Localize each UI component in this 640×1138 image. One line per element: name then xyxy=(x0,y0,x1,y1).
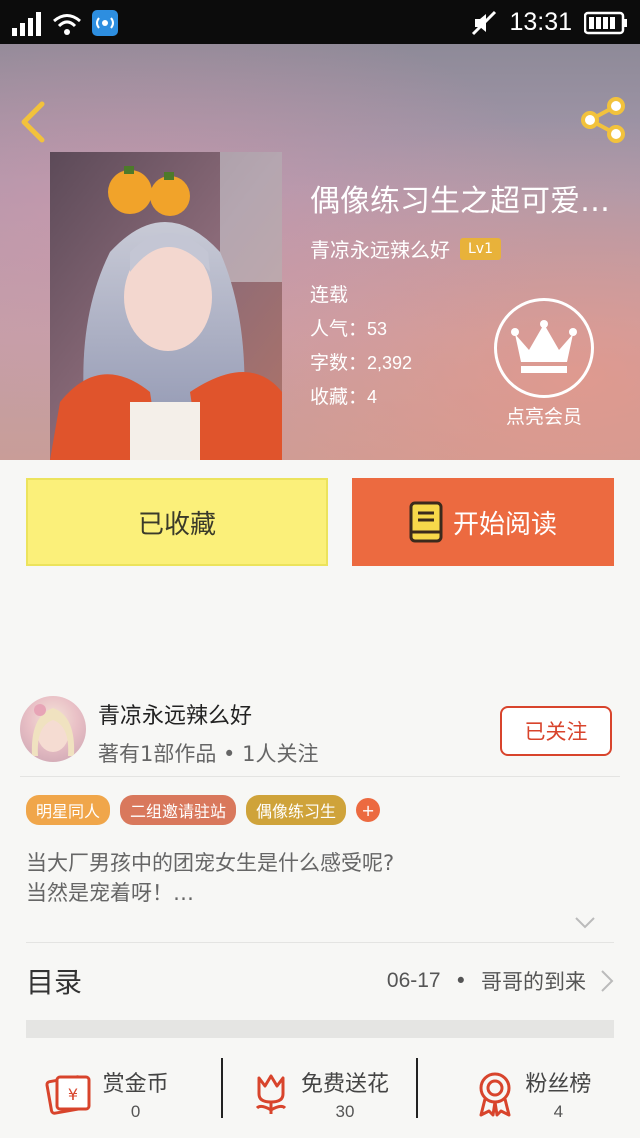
word-count-value: 2,392 xyxy=(367,353,413,373)
wifi-hotspot-icon xyxy=(92,10,118,36)
follow-label: 已关注 xyxy=(524,720,588,744)
favorites-label: 收藏： xyxy=(310,386,368,408)
book-description: 当大厂男孩中的团宠女生是什么感受呢? 当然是宠着呀！… xyxy=(26,848,394,908)
book-header: 偶像练习生之超可爱… 青凉永远辣么好 Lv1 连载 人气：53 字数：2,392… xyxy=(0,44,640,460)
reward-coins-button[interactable]: ¥ 赏金币 0 xyxy=(0,1050,213,1138)
table-of-contents-row[interactable]: 目录 06-17 • 哥哥的到来 xyxy=(26,950,614,1012)
word-count-label: 字数： xyxy=(310,352,368,374)
separator-dot: • xyxy=(454,969,467,993)
description-line: 当然是宠着呀！… xyxy=(26,881,194,905)
bottom-action-bar: ¥ 赏金币 0 免费送花 30 粉丝榜 4 xyxy=(0,1050,640,1138)
avatar-image xyxy=(31,704,75,756)
latest-chapter: 06-17 • 哥哥的到来 xyxy=(387,966,614,996)
tag-item[interactable]: 明星同人 xyxy=(26,795,111,825)
battery-icon xyxy=(584,11,627,34)
author-name[interactable]: 青凉永远辣么好 xyxy=(310,234,450,263)
popularity-row: 人气：53 xyxy=(310,312,412,346)
clock: 13:31 xyxy=(509,8,572,36)
red-envelope-icon: ¥ xyxy=(45,1075,91,1115)
divider xyxy=(20,776,620,777)
send-flowers-label: 免费送花 xyxy=(300,1072,389,1097)
fan-ranking-count: 4 xyxy=(553,1102,564,1121)
reward-coins-count: 0 xyxy=(130,1102,141,1121)
tag-item[interactable]: 偶像练习生 xyxy=(246,795,347,825)
author-card-subtitle: 著有1部作品 • 1人关注 xyxy=(98,742,319,766)
add-tag-button[interactable]: + xyxy=(356,798,381,822)
book-meta: 连载 人气：53 字数：2,392 收藏：4 xyxy=(310,278,412,414)
reward-coins-label: 赏金币 xyxy=(102,1072,169,1097)
book-icon xyxy=(409,501,443,543)
collected-button[interactable]: 已收藏 xyxy=(26,478,328,566)
section-spacer xyxy=(26,1020,614,1038)
vip-button[interactable]: 点亮会员 xyxy=(490,298,598,429)
mute-icon xyxy=(472,10,497,35)
popularity-value: 53 xyxy=(367,319,388,339)
favorites-value: 4 xyxy=(367,387,378,407)
status-bar: 13:31 xyxy=(0,0,640,44)
tag-list: 明星同人 二组邀请驻站 偶像练习生 + xyxy=(26,795,381,825)
tag-item[interactable]: 二组邀请驻站 xyxy=(120,795,237,825)
divider xyxy=(26,942,614,943)
author-avatar[interactable] xyxy=(20,696,86,762)
wifi-icon xyxy=(53,14,81,35)
start-reading-button[interactable]: 开始阅读 xyxy=(352,478,614,566)
bottom-separator xyxy=(221,1058,223,1118)
back-icon[interactable] xyxy=(14,100,54,144)
start-reading-label: 开始阅读 xyxy=(452,509,557,540)
expand-chevron-icon[interactable] xyxy=(574,916,596,930)
vip-circle xyxy=(494,298,594,398)
send-flowers-count: 30 xyxy=(335,1102,355,1121)
svg-text:¥: ¥ xyxy=(68,1085,78,1104)
favorites-row: 收藏：4 xyxy=(310,380,412,414)
book-title: 偶像练习生之超可爱… xyxy=(310,184,610,219)
collected-label: 已收藏 xyxy=(137,509,216,540)
description-line: 当大厂男孩中的团宠女生是什么感受呢? xyxy=(26,851,395,875)
fan-ranking-label: 粉丝榜 xyxy=(525,1072,592,1097)
author-card-name[interactable]: 青凉永远辣么好 xyxy=(98,698,252,730)
chevron-right-icon xyxy=(601,970,614,992)
signal-icon xyxy=(12,12,41,36)
medal-icon xyxy=(479,1072,511,1117)
vip-label: 点亮会员 xyxy=(505,406,582,428)
author-line: 青凉永远辣么好 Lv1 xyxy=(310,234,501,263)
book-cover[interactable] xyxy=(50,152,282,460)
share-icon[interactable] xyxy=(578,96,628,144)
crown-icon xyxy=(511,320,577,373)
latest-chapter-title: 哥哥的到来 xyxy=(481,970,586,994)
serial-status: 连载 xyxy=(310,284,349,306)
word-count-row: 字数：2,392 xyxy=(310,346,412,380)
send-flowers-button[interactable]: 免费送花 30 xyxy=(213,1050,426,1138)
popularity-label: 人气： xyxy=(310,318,368,340)
level-badge: Lv1 xyxy=(460,237,501,260)
toc-title: 目录 xyxy=(26,966,83,999)
follow-button[interactable]: 已关注 xyxy=(500,706,612,756)
bottom-separator xyxy=(416,1058,418,1118)
cover-image xyxy=(50,152,282,460)
fan-ranking-button[interactable]: 粉丝榜 4 xyxy=(427,1050,640,1138)
latest-chapter-date: 06-17 xyxy=(386,969,441,992)
flower-icon xyxy=(255,1074,287,1114)
